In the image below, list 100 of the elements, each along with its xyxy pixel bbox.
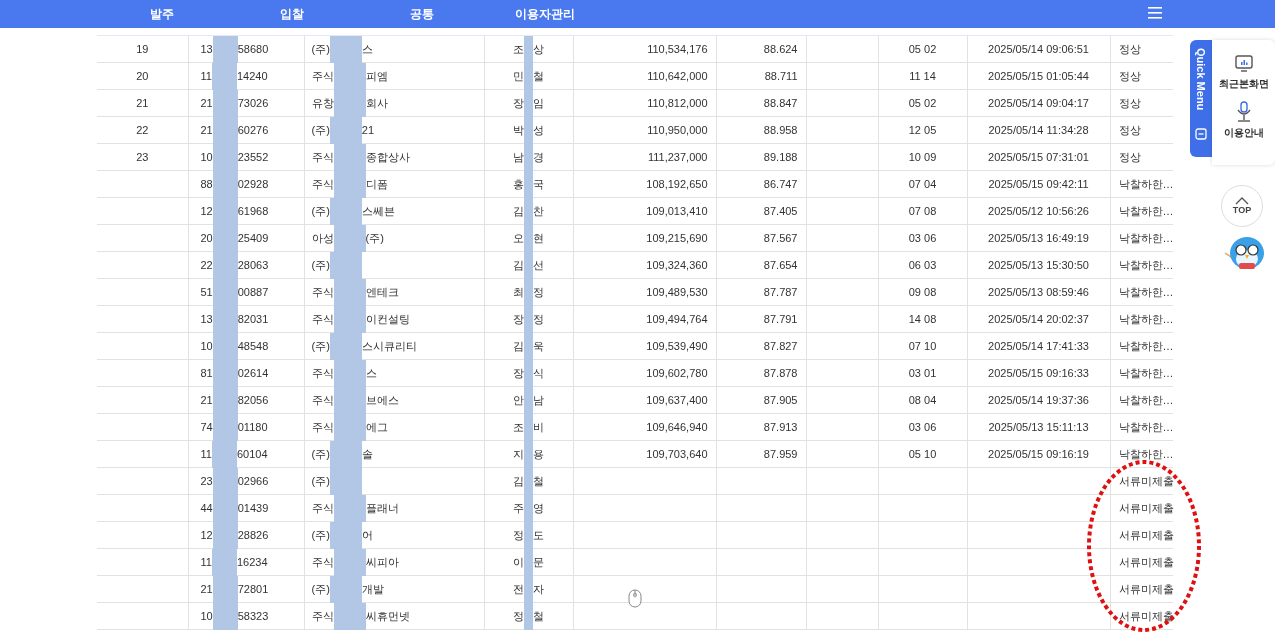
bid-rate-cell: 87.791 [763,313,798,325]
bid-rate-cell: 87.913 [763,421,798,433]
representative-cell: 자 [533,581,544,597]
representative-cell: 남 [533,392,544,408]
quick-menu-tab[interactable]: Quick Menu [1190,40,1212,157]
nav-menu-item[interactable]: 이용자관리 [487,5,603,23]
status-cell: 정상 [1118,149,1141,165]
number-cell: 08 04 [908,394,937,406]
quick-menu-item[interactable]: 최근본화면 [1218,77,1269,91]
quick-menu-item[interactable]: 이용안내 [1223,126,1264,140]
redaction-bar [333,603,366,630]
representative-cell: 주 [513,500,524,516]
datetime-cell: 2025/05/12 10:56:26 [988,205,1089,217]
company-name-cell: 이컨설팅 [365,311,410,327]
status-cell: 낙찰하한… [1118,257,1174,273]
datetime-cell: 2025/05/13 16:49:19 [988,232,1089,244]
bid-amount-cell: 110,812,000 [647,97,708,109]
status-cell: 낙찰하한… [1118,284,1174,300]
bid-amount-cell: 110,534,176 [647,43,708,55]
business-number-cell: 21 [200,583,213,595]
representative-cell: 조 [513,419,524,435]
collapse-icon[interactable] [1195,128,1207,141]
bid-amount-cell: 111,237,000 [647,151,708,163]
representative-cell: 정 [513,608,524,624]
representative-cell: 정 [513,527,524,543]
status-cell: 정상 [1118,95,1141,111]
company-name-cell: 주식 [311,284,334,300]
mouse-icon [628,589,642,608]
business-number-cell: 13 [200,313,213,325]
business-number-cell: 01180 [237,421,268,433]
company-name-cell: 종합상사 [365,149,410,165]
bid-rate-cell: 88.624 [763,43,798,55]
company-name-cell: 회사 [365,95,388,111]
status-cell: 서류미제출 [1118,608,1174,624]
representative-cell: 경 [533,149,544,165]
business-number-cell: 11 [200,556,212,568]
datetime-cell: 2025/05/15 09:42:11 [988,178,1089,190]
bid-rate-cell: 87.654 [763,259,798,271]
datetime-cell: 2025/05/14 19:37:36 [988,394,1089,406]
representative-cell: 오 [513,230,524,246]
representative-cell: 장 [513,365,524,381]
bid-rate-cell: 88.847 [763,97,798,109]
top-button[interactable]: TOP [1221,185,1263,227]
representative-cell: 김 [513,257,524,273]
number-cell: 03 06 [908,232,937,244]
representative-cell: 민 [513,68,524,84]
business-number-cell: 10 [200,610,213,622]
quick-menu-title: Quick Menu [1195,48,1207,111]
bid-amount-cell: 109,637,400 [646,394,708,406]
number-cell: 14 08 [908,313,937,325]
company-name-cell: (주) [311,41,330,57]
datetime-cell: 2025/05/14 09:04:17 [988,97,1089,109]
representative-cell: 문 [533,554,544,570]
status-cell: 낙찰하한… [1118,176,1174,192]
representative-cell: 임 [533,95,544,111]
number-cell: 12 05 [908,124,937,136]
business-number-cell: 10 [200,340,213,352]
company-name-cell: 주식 [311,554,334,570]
redaction-bar [212,603,238,630]
business-number-cell: 82031 [237,313,269,325]
business-number-cell: 44 [200,502,213,514]
company-name-cell: 21 [361,124,375,136]
menu-icon[interactable] [1148,7,1162,19]
business-number-cell: 58323 [237,610,269,622]
bid-amount-cell: 109,539,490 [646,340,708,352]
bid-rate-cell: 87.567 [763,232,798,244]
datetime-cell: 2025/05/14 20:02:37 [988,313,1089,325]
company-name-cell: 주식 [311,419,334,435]
datetime-cell: 2025/05/13 15:11:13 [988,421,1089,433]
datetime-cell: 2025/05/15 09:16:33 [988,367,1089,379]
business-number-cell: 60276 [237,124,269,136]
business-number-cell: 21 [200,97,213,109]
company-name-cell: (주) [365,230,384,246]
number-cell: 05 02 [908,43,937,55]
bid-rate-cell: 89.188 [763,151,798,163]
representative-cell: 도 [533,527,544,543]
representative-cell: 성 [533,122,544,138]
number-cell: 11 14 [909,70,936,82]
representative-cell: 상 [533,41,544,57]
nav-menu-item[interactable]: 입찰 [227,5,357,23]
number-cell: 03 01 [908,367,937,379]
redaction-bar [329,36,362,63]
representative-cell: 철 [533,473,544,489]
company-name-cell: 주식 [311,149,334,165]
business-number-cell: 51 [200,286,213,298]
company-name-cell: 어 [361,527,373,543]
business-number-cell: 21 [200,394,213,406]
datetime-cell: 2025/05/15 07:31:01 [988,151,1089,163]
status-cell: 서류미제출 [1118,527,1174,543]
representative-cell: 지 [513,446,524,462]
business-number-cell: 02928 [237,178,269,190]
nav-menu-item[interactable]: 발주 [97,5,227,23]
redaction-bar [524,36,533,63]
company-name-cell: 씨휴먼넷 [365,608,410,624]
company-name-cell: 스쎄븐 [361,203,395,219]
bid-amount-cell: 109,324,360 [646,259,708,271]
company-name-cell: 주식 [311,68,334,84]
nav-menu-item[interactable]: 공통 [357,5,487,23]
rank-cell: 21 [136,97,149,109]
business-number-cell: 12 [200,529,213,541]
